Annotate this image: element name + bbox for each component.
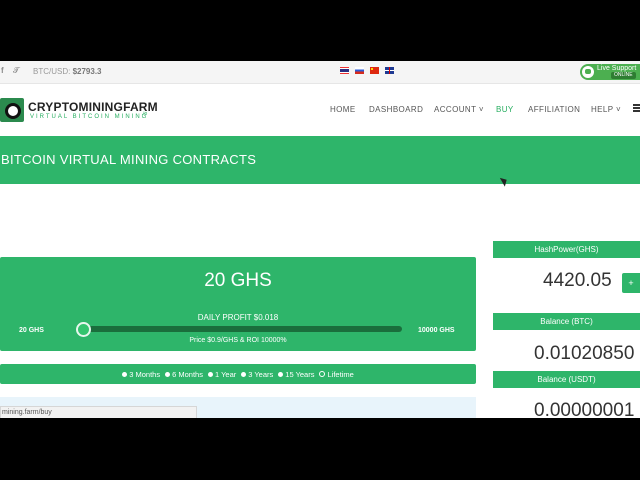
page-title: BITCOIN VIRTUAL MINING CONTRACTS xyxy=(1,152,257,167)
live-status-badge: ONLINE xyxy=(611,72,636,79)
hashpower-value: 4420.05 xyxy=(543,270,612,291)
top-bar: f 𝓣 BTC/USD: $2793.3 Live Support ONLINE xyxy=(0,61,640,84)
selected-hashpower: 20 GHS xyxy=(204,270,272,291)
live-support-button[interactable]: Live Support ONLINE xyxy=(580,64,640,80)
browser-viewport: f 𝓣 BTC/USD: $2793.3 Live Support ONLINE… xyxy=(0,61,640,418)
nav-buy[interactable]: BUY xyxy=(496,105,514,114)
menu-icon[interactable] xyxy=(633,104,640,112)
radio-icon[interactable] xyxy=(122,371,128,377)
nav-dashboard[interactable]: DASHBOARD xyxy=(369,105,423,114)
status-bar-url: mining.farm/buy xyxy=(0,406,197,418)
duration-3-years[interactable]: 3 Years xyxy=(241,370,273,379)
live-support-label: Live Support xyxy=(597,65,637,72)
page-title-bar: BITCOIN VIRTUAL MINING CONTRACTS xyxy=(0,136,640,184)
russian-flag-icon[interactable] xyxy=(355,67,364,74)
thai-flag-icon[interactable] xyxy=(340,67,349,74)
nav-affiliation[interactable]: AFFILIATION xyxy=(528,105,580,114)
logo-icon[interactable] xyxy=(0,98,24,122)
radio-icon[interactable] xyxy=(241,371,247,377)
price-roi: Price $0.9/GHS & ROI 10000% xyxy=(189,337,287,344)
nav-account[interactable]: ACCOUNT ˅ xyxy=(434,105,484,114)
balance-btc-header: Balance (BTC) xyxy=(493,313,640,330)
language-selector xyxy=(340,67,394,74)
site-header: CRYPTOMININGFARM VIRTUAL BITCOIN MINING … xyxy=(0,84,640,136)
logo-subtitle: VIRTUAL BITCOIN MINING xyxy=(30,114,149,120)
nav-help[interactable]: HELP ˅ xyxy=(591,105,621,114)
duration-6-months[interactable]: 6 Months xyxy=(165,370,203,379)
contract-duration-selector: 3 Months 6 Months 1 Year 3 Years 15 Year… xyxy=(0,364,476,384)
nav-home[interactable]: HOME xyxy=(330,105,356,114)
slider-max-label: 10000 GHS xyxy=(418,327,455,334)
balance-btc-value: 0.01020850 xyxy=(534,343,635,364)
balance-usdt-header: Balance (USDT) xyxy=(493,371,640,388)
chat-bubble-icon xyxy=(582,66,594,78)
slider-min-label: 20 GHS xyxy=(19,327,44,334)
duration-1-year[interactable]: 1 Year xyxy=(207,370,236,379)
logo-title[interactable]: CRYPTOMININGFARM xyxy=(28,100,158,114)
logo-tld: .io xyxy=(142,111,148,117)
hashpower-header: HashPower(GHS) xyxy=(493,241,640,258)
hashpower-slider-track[interactable] xyxy=(80,326,402,332)
duration-3-months[interactable]: 3 Months xyxy=(122,370,160,379)
english-flag-icon[interactable] xyxy=(385,67,394,74)
twitter-icon[interactable]: 𝓣 xyxy=(13,66,19,76)
daily-profit: DAILY PROFIT $0.018 xyxy=(197,313,279,322)
hashpower-slider-thumb[interactable] xyxy=(76,322,91,337)
radio-icon[interactable] xyxy=(278,371,284,377)
radio-icon[interactable] xyxy=(207,371,213,377)
add-hashpower-button[interactable]: + xyxy=(622,273,640,293)
duration-15-years[interactable]: 15 Years xyxy=(278,370,314,379)
duration-lifetime[interactable]: Lifetime xyxy=(319,370,354,379)
hashpower-slider-card: 20 GHS DAILY PROFIT $0.018 20 GHS 10000 … xyxy=(0,257,476,351)
balance-usdt-value: 0.00000001 xyxy=(534,400,635,418)
facebook-icon[interactable]: f xyxy=(1,66,4,75)
btc-price: BTC/USD: $2793.3 xyxy=(33,67,102,76)
chinese-flag-icon[interactable] xyxy=(370,67,379,74)
radio-icon[interactable] xyxy=(165,371,171,377)
radio-selected-icon[interactable] xyxy=(319,371,326,377)
